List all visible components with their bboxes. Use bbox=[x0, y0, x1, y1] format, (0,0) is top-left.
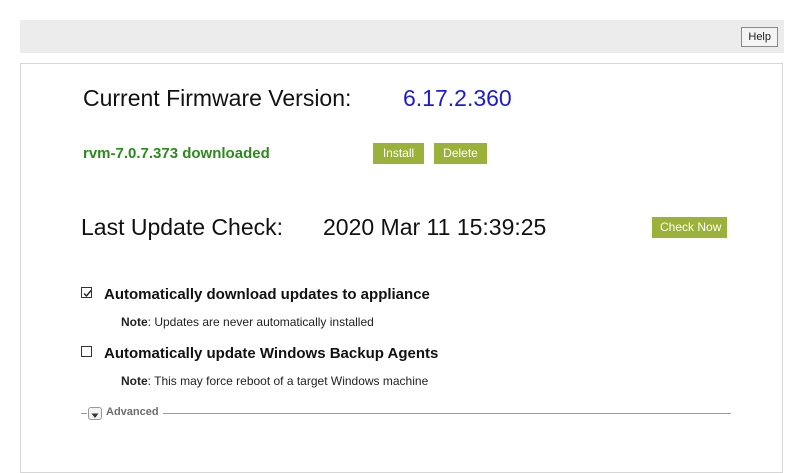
auto-update-agents-note: Note: This may force reboot of a target … bbox=[121, 374, 428, 388]
auto-download-note: Note: Updates are never automatically in… bbox=[121, 315, 374, 329]
last-update-check-label: Last Update Check: bbox=[81, 214, 284, 240]
auto-download-checkbox[interactable] bbox=[81, 287, 92, 298]
last-update-check-value: 2020 Mar 11 15:39:25 bbox=[323, 214, 547, 240]
advanced-divider-right bbox=[163, 413, 731, 414]
advanced-label[interactable]: Advanced bbox=[106, 406, 159, 418]
note-text: : This may force reboot of a target Wind… bbox=[147, 374, 429, 388]
download-status: rvm-7.0.7.373 downloaded bbox=[83, 145, 270, 162]
auto-update-agents-label[interactable]: Automatically update Windows Backup Agen… bbox=[104, 345, 438, 362]
firmware-version-label: Current Firmware Version: bbox=[83, 85, 352, 111]
auto-download-label[interactable]: Automatically download updates to applia… bbox=[104, 286, 430, 303]
chevron-down-icon bbox=[91, 413, 99, 418]
top-toolbar: Help bbox=[20, 20, 784, 53]
check-now-button[interactable]: Check Now bbox=[652, 217, 727, 238]
delete-button[interactable]: Delete bbox=[434, 143, 487, 164]
install-button[interactable]: Install bbox=[373, 143, 424, 164]
auto-update-agents-checkbox[interactable] bbox=[81, 346, 92, 357]
note-text: : Updates are never automatically instal… bbox=[147, 315, 374, 329]
help-button[interactable]: Help bbox=[741, 27, 778, 47]
check-mark-icon bbox=[83, 290, 92, 298]
note-prefix: Note bbox=[121, 374, 148, 388]
advanced-divider-left bbox=[81, 413, 87, 414]
note-prefix: Note bbox=[121, 315, 148, 329]
advanced-toggle-button[interactable] bbox=[88, 407, 102, 420]
firmware-version-value: 6.17.2.360 bbox=[403, 85, 512, 111]
